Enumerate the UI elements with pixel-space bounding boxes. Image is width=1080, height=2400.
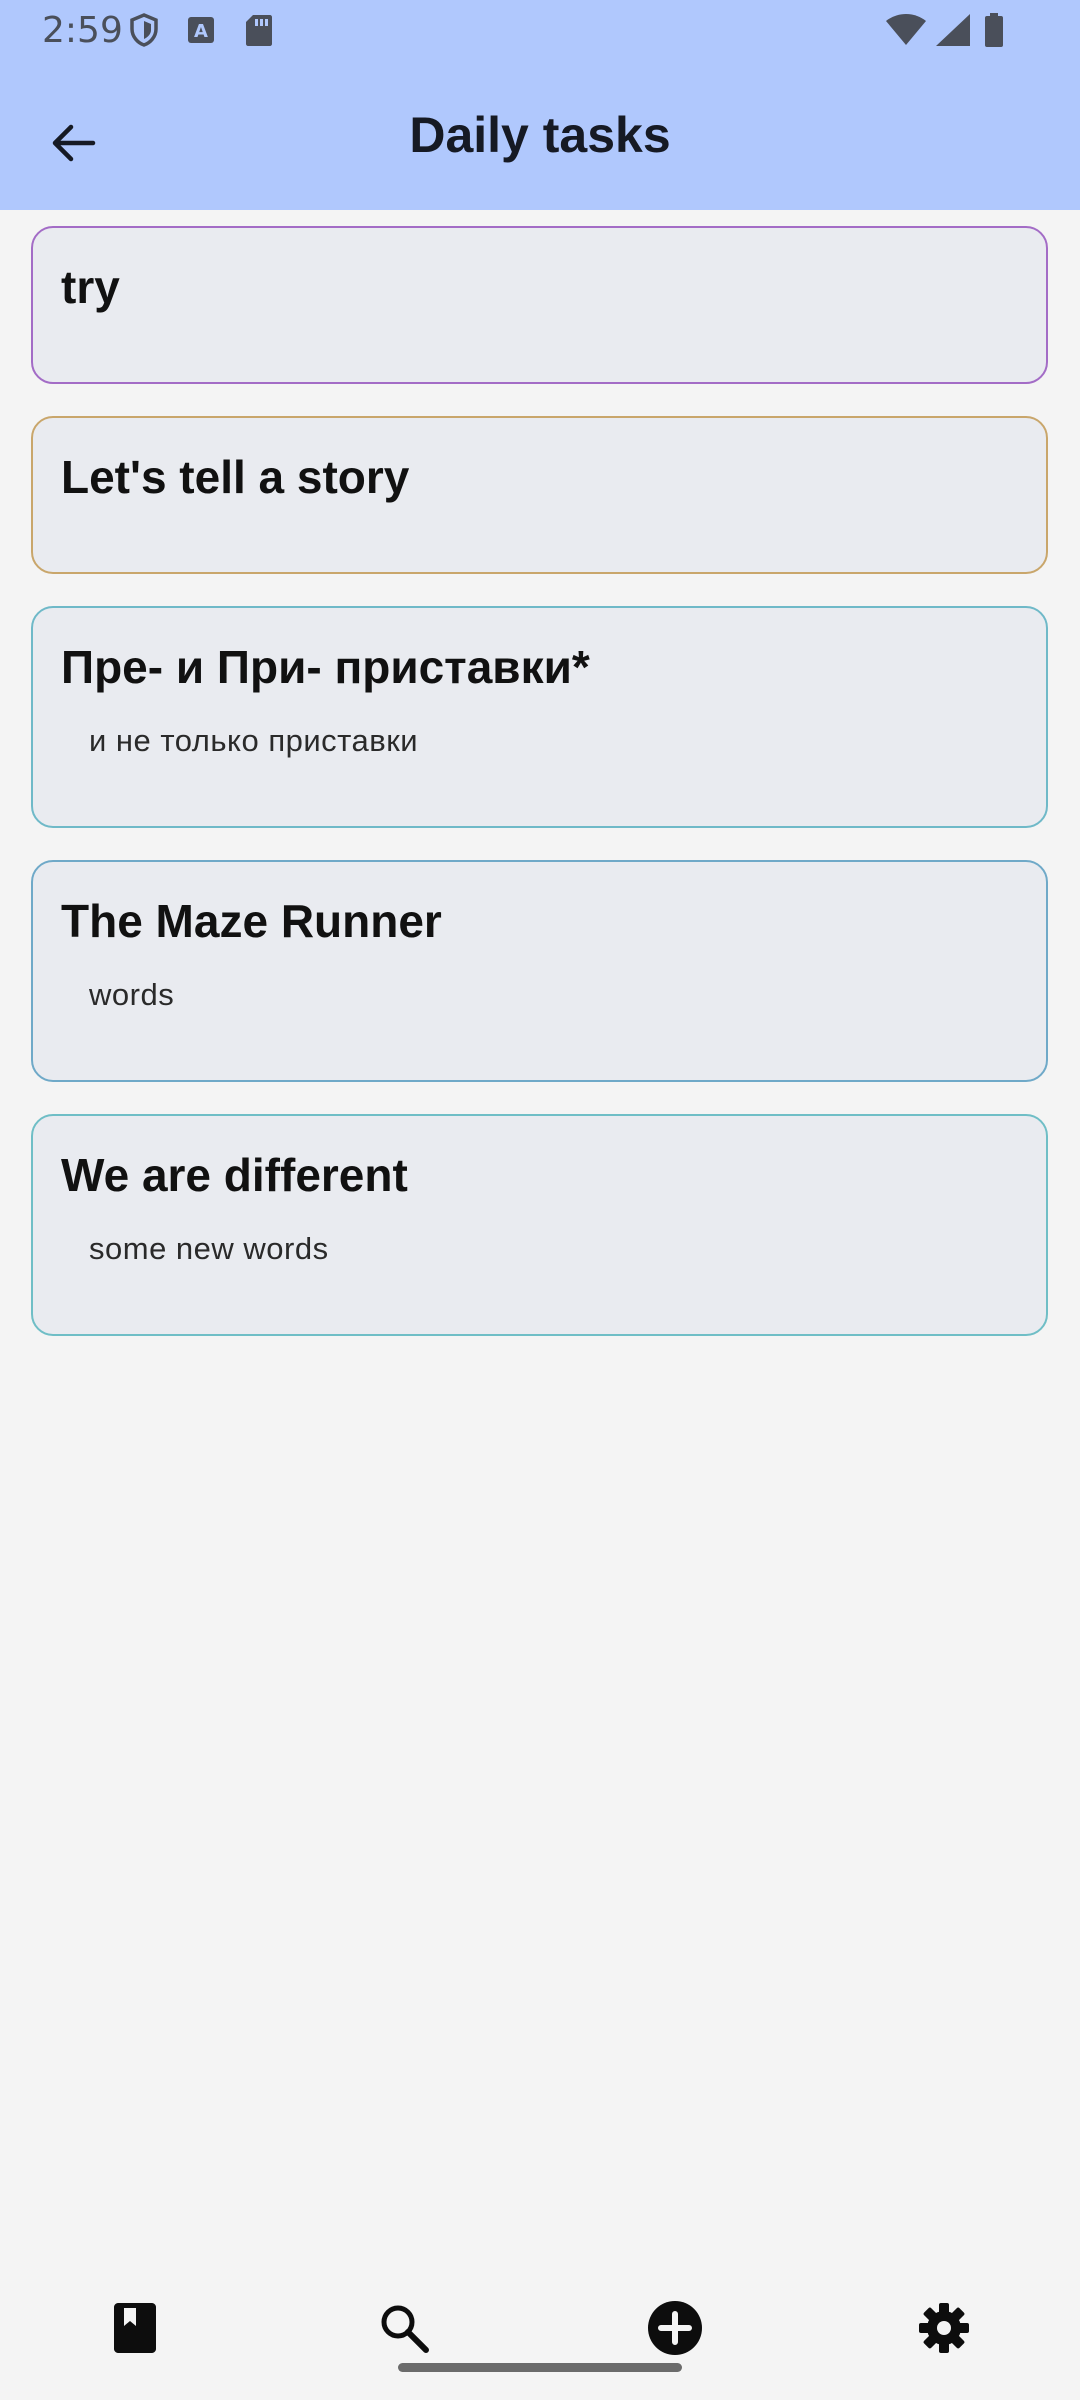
add-circle-icon xyxy=(647,2300,703,2361)
task-list: try Let's tell a story Пре- и При- прист… xyxy=(31,226,1048,1368)
home-indicator[interactable] xyxy=(398,2363,682,2372)
wifi-icon xyxy=(884,12,928,48)
task-title: We are different xyxy=(61,1149,408,1201)
task-title: Let's tell a story xyxy=(61,451,410,503)
settings-icon xyxy=(917,2301,971,2360)
task-card-the-maze-runner[interactable]: The Maze Runner words xyxy=(31,860,1048,1082)
task-title: The Maze Runner xyxy=(61,895,442,947)
task-card-lets-tell-a-story[interactable]: Let's tell a story xyxy=(31,416,1048,574)
book-icon xyxy=(112,2302,158,2359)
task-title: try xyxy=(61,261,120,313)
task-subtitle: words xyxy=(89,976,175,1012)
task-subtitle: и не только приставки xyxy=(89,722,419,758)
search-icon xyxy=(378,2302,430,2359)
task-card-we-are-different[interactable]: We are different some new words xyxy=(31,1114,1048,1336)
task-card-try[interactable]: try xyxy=(31,226,1048,384)
nav-settings-button[interactable] xyxy=(896,2282,992,2378)
status-bar: 2:59 A xyxy=(0,0,1080,62)
task-title: Пре- и При- приставки* xyxy=(61,641,590,693)
svg-text:A: A xyxy=(194,21,208,42)
nav-book-button[interactable] xyxy=(87,2282,183,2378)
text-a-icon: A xyxy=(186,12,216,48)
shield-icon xyxy=(126,12,162,48)
task-subtitle: some new words xyxy=(89,1230,329,1266)
signal-icon xyxy=(934,12,972,48)
battery-icon xyxy=(982,12,1006,48)
page-title: Daily tasks xyxy=(409,107,671,163)
status-time: 2:59 xyxy=(42,10,123,51)
app-bar: Daily tasks xyxy=(0,62,1080,210)
task-card-prefixes[interactable]: Пре- и При- приставки* и не только прист… xyxy=(31,606,1048,828)
sd-card-icon xyxy=(244,12,274,48)
bottom-nav xyxy=(0,2260,1080,2400)
